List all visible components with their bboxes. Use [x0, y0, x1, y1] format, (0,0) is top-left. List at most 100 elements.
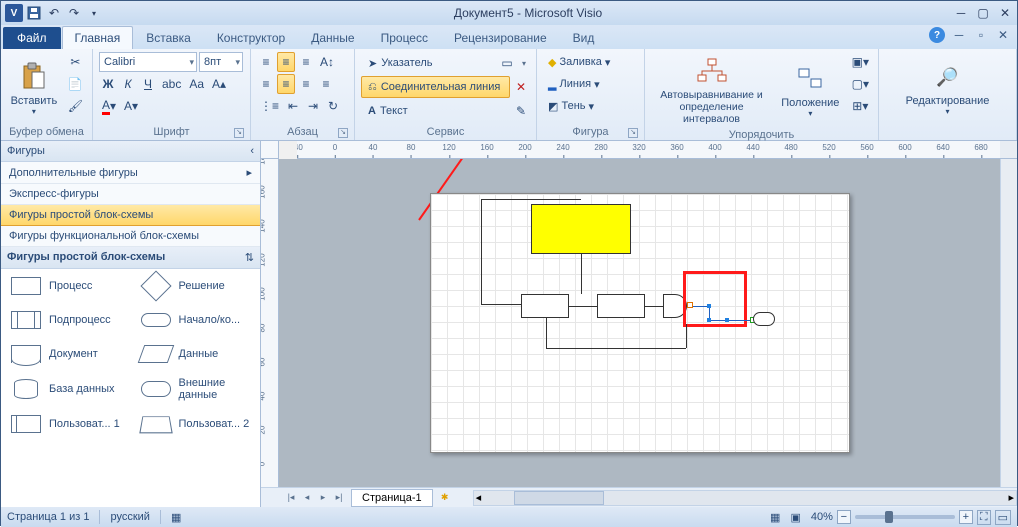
restore-window-icon[interactable]: ▫ [973, 27, 989, 43]
connector-3[interactable] [481, 199, 482, 304]
shape-stencil-doc[interactable]: Документ [1, 337, 131, 371]
handle-mid-3[interactable] [725, 318, 729, 322]
align-top-icon[interactable]: ≡ [257, 52, 275, 72]
send-back-icon[interactable]: ▢▾ [849, 74, 872, 94]
rectangle-tool-icon[interactable]: ▭ [498, 53, 516, 73]
page-add-icon[interactable]: ✱ [437, 490, 453, 506]
bring-front-icon[interactable]: ▣▾ [849, 52, 872, 72]
ink-tool-icon[interactable]: ✎ [512, 101, 530, 121]
switch-window-icon[interactable]: ▭ [995, 510, 1011, 525]
paragraph-dialog-launcher[interactable]: ↘ [338, 128, 348, 138]
italic-icon[interactable]: К [119, 74, 137, 94]
font-size-combo[interactable]: 8пт [199, 52, 243, 72]
minimize-ribbon-icon[interactable]: ─ [951, 27, 967, 43]
vertical-scrollbar[interactable] [1000, 159, 1017, 487]
shape-rect-1[interactable] [521, 294, 569, 318]
fit-window-icon[interactable]: ⛶ [977, 510, 991, 525]
qat-dropdown-icon[interactable]: ▾ [85, 4, 103, 22]
freeform-tool-icon[interactable]: ✕ [512, 77, 530, 97]
connector-4[interactable] [481, 304, 521, 305]
handle-mid-1[interactable] [707, 304, 711, 308]
page-nav-last[interactable]: ▸| [331, 490, 347, 506]
zoom-slider[interactable] [855, 515, 955, 519]
shadow-button[interactable]: ◩ Тень ▾ [543, 96, 638, 116]
shape-stencil-terminator[interactable]: Начало/ко... [131, 303, 261, 337]
close-icon[interactable]: ✕ [997, 6, 1013, 20]
group-icon[interactable]: ⊞▾ [849, 96, 872, 116]
minimize-icon[interactable]: ─ [953, 6, 969, 20]
connector-tool[interactable]: ⎌ Соединительная линия [361, 76, 510, 98]
bullets-icon[interactable]: ⋮≡ [257, 96, 282, 116]
underline-icon[interactable]: Ч [139, 74, 157, 94]
help-icon[interactable]: ? [929, 27, 945, 43]
tab-view[interactable]: Вид [560, 26, 608, 49]
editing-button[interactable]: 🔎 Редактирование ▾ [899, 52, 997, 125]
handle-start[interactable] [687, 302, 693, 308]
indent-inc-icon[interactable]: ⇥ [304, 96, 322, 116]
rotate-text-icon[interactable]: ↻ [324, 96, 342, 116]
copy-icon[interactable]: 📄 [65, 74, 86, 94]
connector-5[interactable] [569, 306, 597, 307]
zoom-level[interactable]: 40% [811, 511, 833, 523]
align-justify-icon[interactable]: ≡ [317, 74, 335, 94]
redo-icon[interactable]: ↷ [65, 4, 83, 22]
maximize-icon[interactable]: ▢ [975, 6, 991, 20]
align-left-icon[interactable]: ≡ [257, 74, 275, 94]
page-tab-1[interactable]: Страница-1 [351, 489, 433, 507]
shape-tool-dropdown[interactable]: ▾ [518, 59, 530, 68]
cut-icon[interactable]: ✂ [65, 52, 86, 72]
connector-6[interactable] [645, 306, 663, 307]
case-icon[interactable]: Aa [186, 74, 207, 94]
collapse-panel-icon[interactable]: ‹ [250, 145, 254, 157]
auto-align-button[interactable]: Автовыравнивание и определение интервало… [651, 52, 772, 128]
connector-selected-h2[interactable] [709, 320, 753, 321]
font-name-combo[interactable]: Calibri [99, 52, 197, 72]
grow-font-icon[interactable]: A▴ [209, 74, 229, 94]
connector-9[interactable] [686, 324, 687, 348]
bold-icon[interactable]: Ж [99, 74, 117, 94]
position-button[interactable]: Положение ▾ [776, 52, 845, 128]
align-bottom-icon[interactable]: ≡ [297, 52, 315, 72]
status-language[interactable]: русский [110, 511, 149, 523]
tab-insert[interactable]: Вставка [133, 26, 204, 49]
horizontal-scrollbar[interactable]: ◂▸ [473, 490, 1017, 506]
format-painter-icon[interactable]: 🖌 [65, 96, 86, 116]
paste-button[interactable]: Вставить ▾ [7, 52, 61, 125]
shape-stencil-data[interactable]: Данные [131, 337, 261, 371]
file-tab[interactable]: Файл [3, 27, 61, 49]
simple-flowchart-item[interactable]: Фигуры простой блок-схемы [1, 205, 260, 226]
page-nav-next[interactable]: ▸ [315, 490, 331, 506]
align-center-icon[interactable]: ≡ [277, 74, 295, 94]
page-nav-prev[interactable]: ◂ [299, 490, 315, 506]
align-middle-icon[interactable]: ≡ [277, 52, 295, 72]
shape-stencil-rect[interactable]: Процесс [1, 269, 131, 303]
pointer-tool[interactable]: ➤ Указатель [361, 52, 496, 74]
zoom-out-button[interactable]: − [837, 510, 851, 524]
line-button[interactable]: ▂ Линия ▾ [543, 74, 638, 94]
shape-stencil-subrect[interactable]: Подпроцесс [1, 303, 131, 337]
connector-1[interactable] [581, 254, 582, 294]
font-color-icon[interactable]: A▾ [99, 96, 119, 116]
shape-yellow-process[interactable] [531, 204, 631, 254]
view-normal-icon[interactable]: ▦ [770, 511, 780, 524]
express-shapes-item[interactable]: Экспресс-фигуры [1, 184, 260, 205]
connector-2[interactable] [481, 199, 581, 200]
connector-8[interactable] [546, 348, 686, 349]
fill-button[interactable]: ◆ Заливка ▾ [543, 52, 638, 72]
indent-dec-icon[interactable]: ⇤ [284, 96, 302, 116]
connector-7[interactable] [546, 318, 547, 348]
shape-stencil-cust[interactable]: Пользоват... 1 [1, 407, 131, 441]
undo-icon[interactable]: ↶ [45, 4, 63, 22]
shape-stencil-cust2[interactable]: Пользоват... 2 [131, 407, 261, 441]
shape-stencil-diamond[interactable]: Решение [131, 269, 261, 303]
view-full-icon[interactable]: ▣ [790, 511, 800, 524]
shape-dialog-launcher[interactable]: ↘ [628, 128, 638, 138]
tab-design[interactable]: Конструктор [204, 26, 298, 49]
handle-mid-2[interactable] [707, 318, 711, 322]
save-icon[interactable] [25, 4, 43, 22]
functional-flowchart-item[interactable]: Фигуры функциональной блок-схемы [1, 226, 260, 247]
align-right-icon[interactable]: ≡ [297, 74, 315, 94]
macro-record-icon[interactable]: ▦ [171, 511, 181, 524]
shape-stencil-db[interactable]: База данных [1, 371, 131, 407]
text-direction-icon[interactable]: A↕ [317, 52, 337, 72]
